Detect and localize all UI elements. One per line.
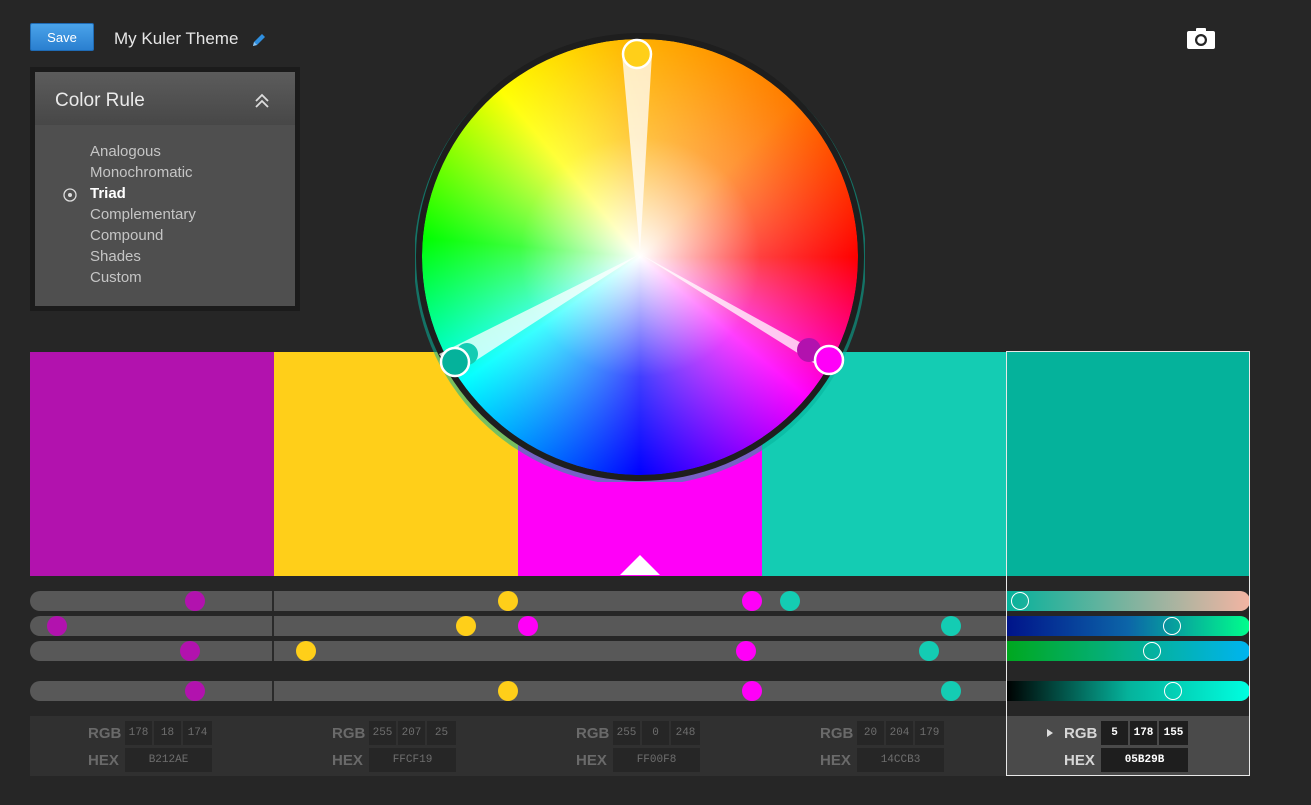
- hex-label: HEX: [332, 752, 363, 769]
- rgb-r-field[interactable]: 5: [1101, 721, 1128, 745]
- rgb-g-field[interactable]: 204: [886, 721, 913, 745]
- theme-title[interactable]: My Kuler Theme: [114, 29, 238, 49]
- save-button[interactable]: Save: [30, 23, 94, 51]
- rule-option-shades[interactable]: Shades: [90, 248, 141, 265]
- color-rule-title: Color Rule: [55, 90, 145, 111]
- wheel-handle-3[interactable]: [813, 344, 845, 376]
- slider-divider: [272, 641, 274, 661]
- rgb-b-field[interactable]: 155: [1159, 721, 1188, 745]
- slider-divider: [272, 616, 274, 636]
- slider-knob[interactable]: [498, 591, 518, 611]
- slider-knob-selected[interactable]: [1011, 592, 1029, 610]
- slider-knob[interactable]: [742, 681, 762, 701]
- color-swatch-1[interactable]: [30, 352, 274, 576]
- hex-label: HEX: [820, 752, 851, 769]
- rgb-g-field[interactable]: 207: [398, 721, 425, 745]
- rgb-label: RGB: [332, 725, 366, 742]
- hex-label: HEX: [88, 752, 119, 769]
- color-rule-header[interactable]: Color Rule: [35, 72, 295, 125]
- slider-divider: [272, 681, 274, 701]
- hex-field[interactable]: FFCF19: [369, 748, 456, 772]
- wheel-handle-5[interactable]: [439, 346, 471, 378]
- slider-knob[interactable]: [780, 591, 800, 611]
- rgb-r-field[interactable]: 255: [369, 721, 396, 745]
- slider-gradient-1[interactable]: [1006, 591, 1250, 611]
- slider-gradient-2[interactable]: [1006, 616, 1250, 636]
- wheel-handle-2[interactable]: [621, 38, 653, 70]
- rgb-label: RGB: [820, 725, 854, 742]
- rgb-label: RGB: [1064, 725, 1098, 742]
- rgb-label: RGB: [576, 725, 610, 742]
- slider-knob[interactable]: [185, 681, 205, 701]
- slider-knob[interactable]: [456, 616, 476, 636]
- rule-option-complementary[interactable]: Complementary: [90, 206, 196, 223]
- slider-knob-selected[interactable]: [1163, 617, 1181, 635]
- rgb-g-field[interactable]: 0: [642, 721, 669, 745]
- slider-knob-selected[interactable]: [1143, 642, 1161, 660]
- rule-option-monochromatic[interactable]: Monochromatic: [90, 164, 193, 181]
- slider-knob-selected[interactable]: [1164, 682, 1182, 700]
- slider-divider: [272, 591, 274, 611]
- slider-knob[interactable]: [296, 641, 316, 661]
- rule-option-analogous[interactable]: Analogous: [90, 143, 161, 160]
- slider-knob[interactable]: [518, 616, 538, 636]
- rule-option-custom[interactable]: Custom: [90, 269, 142, 286]
- rgb-label: RGB: [88, 725, 122, 742]
- slider-knob[interactable]: [941, 616, 961, 636]
- hex-label: HEX: [576, 752, 607, 769]
- slider-knob[interactable]: [180, 641, 200, 661]
- camera-icon[interactable]: [1186, 26, 1216, 50]
- rgb-b-field[interactable]: 248: [671, 721, 700, 745]
- slider-knob[interactable]: [47, 616, 67, 636]
- rgb-b-field[interactable]: 179: [915, 721, 944, 745]
- hex-field[interactable]: 14CCB3: [857, 748, 944, 772]
- slider-knob[interactable]: [742, 591, 762, 611]
- hex-label: HEX: [1064, 752, 1095, 769]
- hex-field[interactable]: FF00F8: [613, 748, 700, 772]
- pencil-icon[interactable]: [250, 31, 268, 49]
- rgb-b-field[interactable]: 174: [183, 721, 212, 745]
- hex-field[interactable]: B212AE: [125, 748, 212, 772]
- slider-gradient-4[interactable]: [1006, 681, 1250, 701]
- slider-knob[interactable]: [498, 681, 518, 701]
- base-color-indicator: [620, 555, 660, 575]
- color-rule-panel: Color Rule Analogous Monochromatic Triad…: [30, 67, 300, 311]
- rgb-r-field[interactable]: 255: [613, 721, 640, 745]
- color-swatch-5[interactable]: [1006, 352, 1250, 576]
- double-chevron-up-icon[interactable]: [253, 92, 271, 110]
- rgb-g-field[interactable]: 178: [1130, 721, 1157, 745]
- color-rule-list: Analogous Monochromatic Triad Complement…: [35, 125, 295, 306]
- rule-option-triad[interactable]: Triad: [90, 185, 126, 202]
- slider-knob[interactable]: [941, 681, 961, 701]
- radio-selected-icon: [63, 188, 77, 202]
- rgb-g-field[interactable]: 18: [154, 721, 181, 745]
- rule-option-compound[interactable]: Compound: [90, 227, 163, 244]
- slider-knob[interactable]: [736, 641, 756, 661]
- rgb-b-field[interactable]: 25: [427, 721, 456, 745]
- rgb-r-field[interactable]: 178: [125, 721, 152, 745]
- color-wheel[interactable]: [415, 32, 865, 482]
- expand-arrow-icon[interactable]: [1046, 728, 1054, 738]
- slider-knob[interactable]: [919, 641, 939, 661]
- rgb-r-field[interactable]: 20: [857, 721, 884, 745]
- slider-knob[interactable]: [185, 591, 205, 611]
- slider-gradient-3[interactable]: [1006, 641, 1250, 661]
- hex-field[interactable]: 05B29B: [1101, 748, 1188, 772]
